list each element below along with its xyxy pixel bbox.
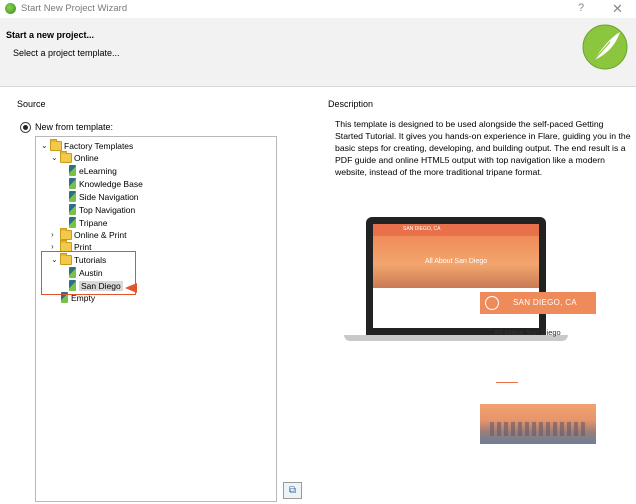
chevron-down-icon[interactable]: ⌄	[41, 141, 50, 150]
description-label: Description	[328, 99, 374, 109]
template-icon	[69, 204, 76, 216]
new-from-template-label[interactable]: New from template:	[35, 122, 113, 132]
refresh-button[interactable]: ⧉	[283, 482, 302, 499]
template-tree[interactable]: ⌄ Factory Templates ⌄ Online eLearning Kno…	[35, 136, 277, 502]
template-icon	[69, 178, 76, 190]
folder-icon	[50, 138, 62, 151]
pdf-divider	[496, 382, 518, 383]
source-label: Source	[17, 99, 46, 109]
preview-nav-bar: SAN DIEGO, CA	[373, 224, 539, 236]
header-subtitle: Select a project template...	[13, 48, 120, 58]
compass-icon	[485, 296, 499, 310]
description-text: This template is designed to be used alo…	[335, 119, 631, 177]
folder-icon	[60, 227, 72, 240]
app-logo-icon	[5, 3, 16, 14]
title-bar: Start New Project Wizard ? ✕	[0, 0, 636, 18]
new-from-template-radio[interactable]	[20, 122, 31, 133]
tree-node-online[interactable]: ⌄ Online	[51, 150, 99, 164]
tree-node-tripane[interactable]: Tripane	[69, 217, 108, 229]
preview-brand: SAN DIEGO, CA	[403, 226, 441, 232]
help-button[interactable]: ?	[578, 2, 584, 14]
template-icon	[69, 165, 76, 177]
chevron-right-icon[interactable]: ›	[51, 242, 60, 251]
pointer-arrow-icon	[125, 283, 137, 293]
template-icon	[69, 191, 76, 203]
window-title: Start New Project Wizard	[21, 3, 128, 14]
pdf-card-subtitle: All About San Diego	[494, 328, 561, 337]
header-title: Start a new project...	[6, 30, 95, 40]
pdf-skyline-image	[480, 404, 596, 444]
pdf-card-title: SAN DIEGO, CA	[513, 298, 577, 307]
laptop-preview: SAN DIEGO, CA All About San Diego	[366, 217, 546, 335]
close-button[interactable]: ✕	[612, 1, 623, 17]
preview-hero: All About San Diego	[373, 236, 539, 288]
preview-hero-title: All About San Diego	[424, 258, 488, 265]
chevron-right-icon[interactable]: ›	[51, 230, 60, 239]
tree-node-factory-templates[interactable]: ⌄ Factory Templates	[41, 138, 133, 152]
tree-node-top-navigation[interactable]: Top Navigation	[69, 204, 135, 216]
template-icon	[69, 217, 76, 229]
chevron-down-icon[interactable]: ⌄	[51, 153, 60, 162]
wizard-header: Start a new project... Select a project …	[0, 18, 636, 87]
folder-icon	[60, 150, 72, 163]
pdf-title-card: SAN DIEGO, CA	[480, 292, 596, 314]
tree-node-knowledge-base[interactable]: Knowledge Base	[69, 178, 143, 190]
selection-highlight-box	[41, 251, 136, 295]
tree-node-side-navigation[interactable]: Side Navigation	[69, 191, 139, 203]
tree-node-elearning[interactable]: eLearning	[69, 165, 117, 177]
flare-logo-icon	[582, 24, 628, 70]
